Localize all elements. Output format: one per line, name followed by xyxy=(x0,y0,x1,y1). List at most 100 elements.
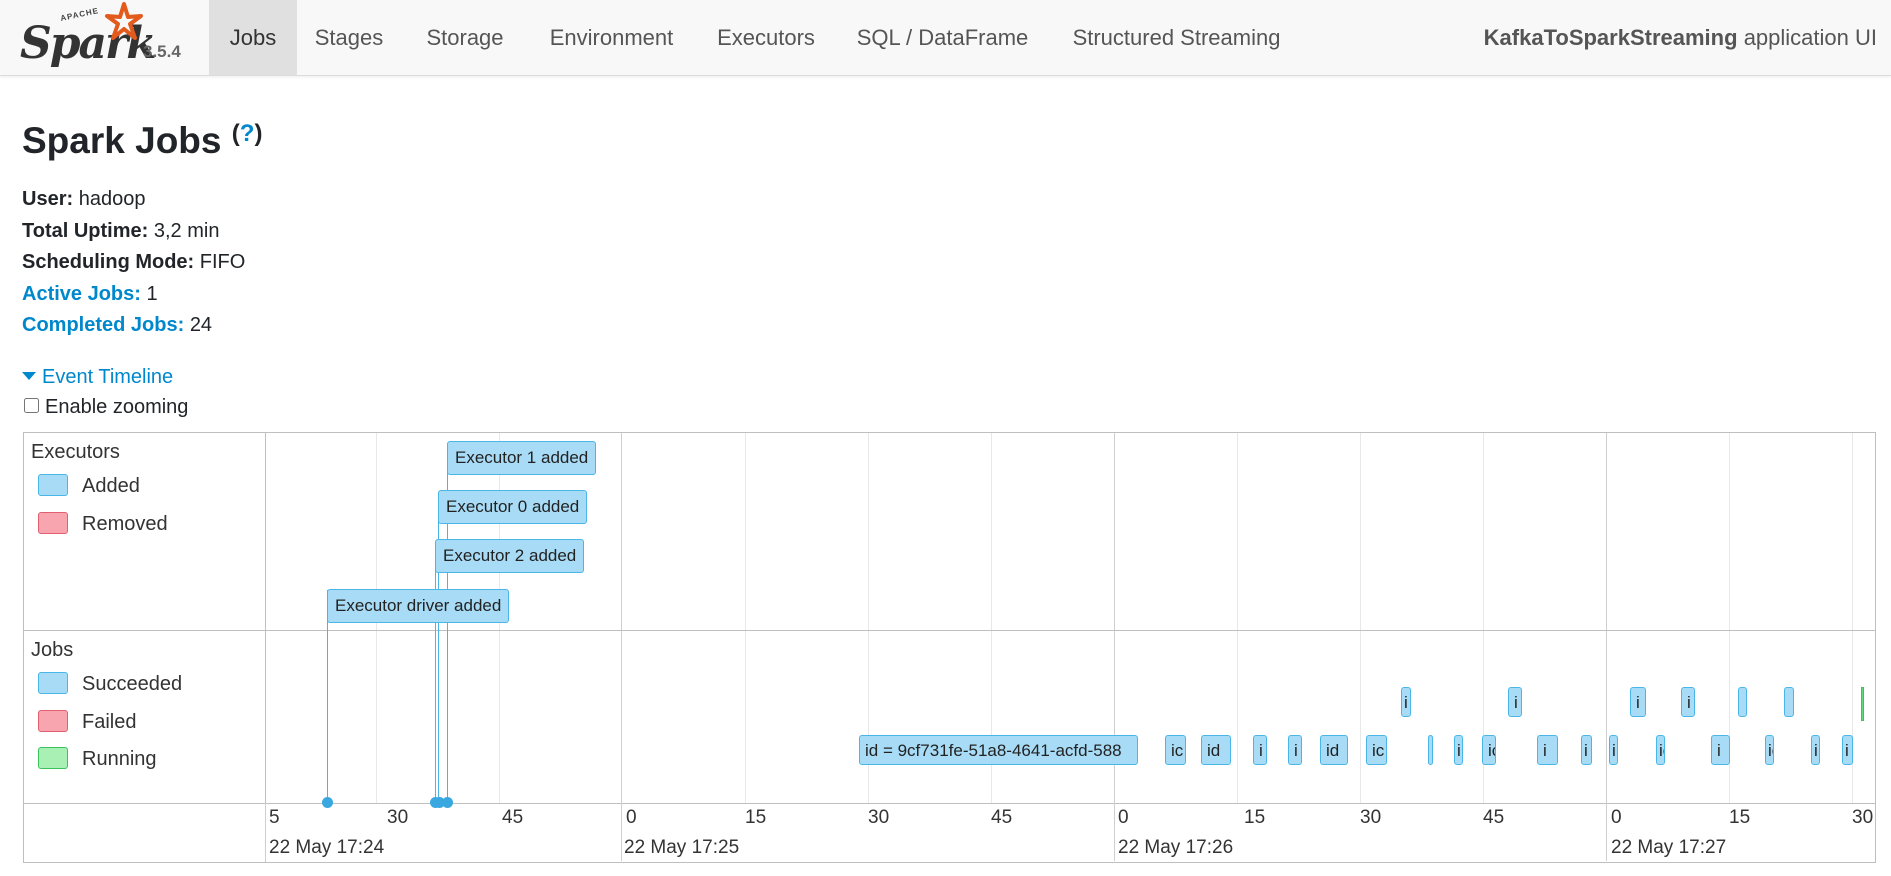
axis-tick-label: 30 xyxy=(387,807,409,828)
legend-executor-added: Added xyxy=(38,473,140,498)
executor-2-added-event[interactable]: Executor 2 added xyxy=(435,539,585,573)
caret-down-icon xyxy=(22,371,36,380)
uptime-label: Total Uptime: xyxy=(22,219,149,242)
job-event[interactable]: ic xyxy=(1656,735,1665,765)
job-event[interactable]: i xyxy=(1253,735,1267,765)
job-event[interactable]: i xyxy=(1609,735,1618,765)
executor-2-line xyxy=(435,549,436,803)
legend-job-failed: Failed xyxy=(38,709,136,734)
event-timeline-toggle[interactable]: Event Timeline xyxy=(22,366,173,389)
axis-date-label: 22 May 17:24 xyxy=(269,837,385,858)
page-title-text: Spark Jobs xyxy=(22,120,222,161)
job-event[interactable]: i xyxy=(1842,735,1853,765)
axis-tick-line xyxy=(265,803,266,861)
job-event[interactable] xyxy=(1784,687,1794,717)
tab-structured-streaming[interactable]: Structured Streaming xyxy=(1064,0,1289,75)
executor-1-added-event[interactable]: Executor 1 added xyxy=(447,441,597,475)
completed-jobs-value: 24 xyxy=(189,314,213,336)
top-navbar: APACHE Spark 3.5.4 Jobs Stages Storage E… xyxy=(0,0,1891,76)
tab-jobs[interactable]: Jobs xyxy=(209,0,297,75)
job-event[interactable] xyxy=(1738,687,1747,717)
spark-version: 3.5.4 xyxy=(143,42,181,61)
legend-label-running: Running xyxy=(82,748,157,770)
active-jobs-value: 1 xyxy=(146,282,158,305)
uptime-value: 3,2 min xyxy=(153,219,220,242)
axis-tick-label: 45 xyxy=(502,807,524,828)
summary-active-jobs[interactable]: Active Jobs: 1 xyxy=(22,279,245,311)
job-event[interactable]: id xyxy=(1201,735,1231,765)
enable-zooming-checkbox[interactable] xyxy=(24,398,39,414)
help-tooltip[interactable]: (?) xyxy=(232,120,263,147)
axis-tick-label: 15 xyxy=(1729,807,1751,828)
job-event[interactable]: ic xyxy=(1482,735,1496,765)
completed-jobs-link[interactable]: Completed Jobs: xyxy=(22,314,184,336)
tab-stages[interactable]: Stages xyxy=(297,0,401,75)
page-title: Spark Jobs (?) xyxy=(22,120,262,162)
legend-swatch-succeeded xyxy=(38,671,68,694)
job-event[interactable]: i xyxy=(1711,735,1730,765)
summary-scheduling-mode: Scheduling Mode: FIFO xyxy=(22,247,245,279)
scheduling-mode-value: FIFO xyxy=(199,251,246,273)
job-event[interactable]: ic xyxy=(1366,735,1387,765)
help-link[interactable]: ? xyxy=(240,120,255,147)
job-event[interactable]: id xyxy=(1320,735,1348,765)
axis-tick-line xyxy=(1114,803,1115,861)
active-jobs-link[interactable]: Active Jobs: xyxy=(22,283,141,305)
axis-tick-label: 0 xyxy=(1611,807,1622,828)
executor-0-added-event[interactable]: Executor 0 added xyxy=(438,490,588,524)
axis-tick-label: 30 xyxy=(868,807,890,828)
job-event-running[interactable] xyxy=(1861,687,1864,721)
group-divider xyxy=(24,630,1875,631)
user-value: hadoop xyxy=(78,188,146,210)
tab-executors[interactable]: Executors xyxy=(709,0,823,75)
legend-job-running: Running xyxy=(38,746,157,771)
enable-zooming-label: Enable zooming xyxy=(45,396,189,418)
job-event[interactable]: i xyxy=(1401,687,1411,717)
summary-uptime: Total Uptime: 3,2 min xyxy=(22,216,245,248)
application-title: KafkaToSparkStreaming application UI xyxy=(1484,0,1877,75)
job-event[interactable]: i xyxy=(1630,687,1646,717)
grid-line-minor xyxy=(1237,433,1238,803)
legend-executor-removed: Removed xyxy=(38,511,168,536)
event-timeline-label: Event Timeline xyxy=(42,366,174,388)
job-event[interactable]: i xyxy=(1811,735,1820,765)
jobs-group-title: Jobs xyxy=(31,639,74,661)
axis-tick-line xyxy=(621,803,622,861)
grid-line-major xyxy=(621,433,622,803)
axis-date-label: 22 May 17:25 xyxy=(624,837,740,858)
tab-environment[interactable]: Environment xyxy=(535,0,688,75)
grid-line-minor xyxy=(745,433,746,803)
legend-swatch-added xyxy=(38,473,68,496)
job-event[interactable]: i xyxy=(1288,735,1302,765)
job-event[interactable]: ic xyxy=(1165,735,1186,765)
executor-driver-added-event[interactable]: Executor driver added xyxy=(327,589,510,623)
event-timeline[interactable]: Executors Added Removed Jobs Succeeded F… xyxy=(23,432,1876,863)
axis-tick-label: 0 xyxy=(626,807,637,828)
axis-tick-label: 45 xyxy=(1483,807,1505,828)
legend-job-succeeded: Succeeded xyxy=(38,671,182,696)
spark-logo[interactable]: APACHE Spark 3.5.4 xyxy=(18,2,198,72)
job-event[interactable]: i xyxy=(1537,735,1558,765)
axis-divider xyxy=(24,803,1875,804)
job-event[interactable]: i xyxy=(1681,687,1695,717)
job-event[interactable] xyxy=(1428,735,1433,765)
job-summary: User: hadoop Total Uptime: 3,2 min Sched… xyxy=(22,184,245,342)
job-event[interactable]: ic xyxy=(1765,735,1774,765)
application-name: KafkaToSparkStreaming xyxy=(1483,25,1738,50)
executors-group-title: Executors xyxy=(31,441,120,463)
job-event-first[interactable]: id = 9cf731fe-51a8-4641-acfd-588 xyxy=(859,735,1138,765)
axis-tick-label: 30 xyxy=(1852,807,1874,828)
tab-storage[interactable]: Storage xyxy=(415,0,515,75)
grid-line-major xyxy=(1606,433,1607,803)
job-event[interactable]: i xyxy=(1454,735,1463,765)
axis-tick-line xyxy=(1606,803,1607,861)
axis-tick-label: 30 xyxy=(1360,807,1382,828)
job-event[interactable]: i xyxy=(1508,687,1522,717)
summary-completed-jobs[interactable]: Completed Jobs: 24 xyxy=(22,310,245,342)
scheduling-mode-label: Scheduling Mode: xyxy=(22,251,195,273)
job-event[interactable]: i xyxy=(1581,735,1592,765)
enable-zooming-row: Enable zooming xyxy=(22,396,188,419)
axis-tick-label: 15 xyxy=(1244,807,1266,828)
executor-driver-dot xyxy=(322,797,333,808)
tab-sql-dataframe[interactable]: SQL / DataFrame xyxy=(850,0,1035,75)
